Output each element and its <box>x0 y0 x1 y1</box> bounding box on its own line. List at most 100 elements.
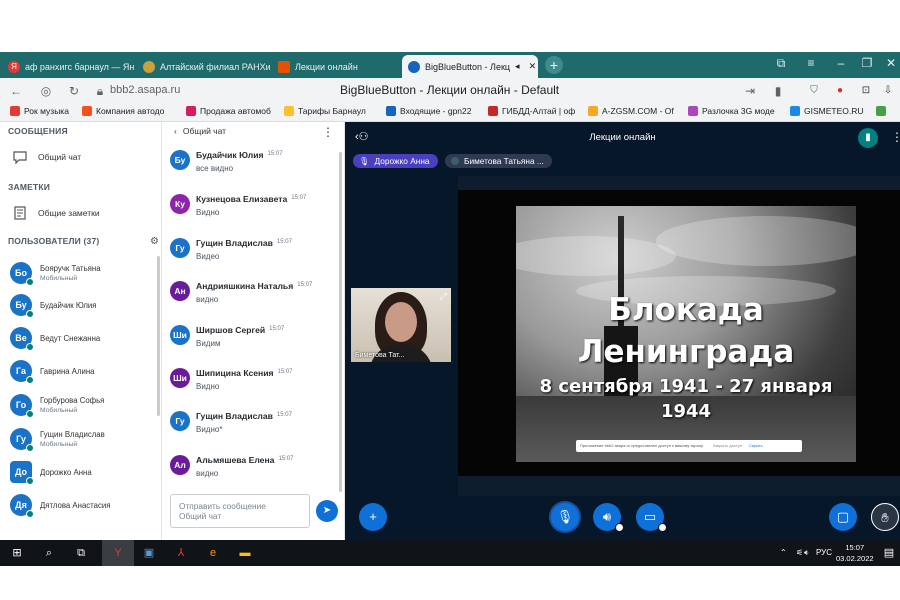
back-icon[interactable]: ← <box>8 83 24 99</box>
user-list-item[interactable]: Ве Ведут Снежанна <box>10 323 150 353</box>
user-list-item[interactable]: Гу Гущин Владислав Мобильный <box>10 424 150 454</box>
user-list-item[interactable]: Га Гаврина Алина <box>10 356 150 386</box>
slide-subtitle: 8 сентября 1941 - 27 января 1944 <box>539 376 833 422</box>
menu-icon[interactable]: ≡ <box>802 56 820 70</box>
scrollbar[interactable] <box>157 256 160 416</box>
fullscreen-icon[interactable]: ⤢ <box>440 291 447 302</box>
main-header: ‹⚇ Лекции онлайн ▮ ⋮ <box>345 128 900 150</box>
user-list-item[interactable]: Дя Дятлова Анастасия <box>10 490 150 520</box>
network-icon[interactable]: ⚟ <box>796 548 803 557</box>
raise-hand-button[interactable]: ✋︎ <box>871 503 899 531</box>
stop-sharing-link[interactable]: Закрыть доступ <box>713 443 742 448</box>
bookmark-icon[interactable]: ▮ <box>770 83 786 99</box>
extension-icon[interactable]: ⊡ <box>858 83 874 99</box>
camera-icon: ▭ <box>643 509 657 524</box>
ranepa-icon <box>143 60 155 73</box>
user-list-item[interactable]: До Дорожко Анна <box>10 457 150 487</box>
window-close-icon[interactable]: ✕ <box>882 56 900 70</box>
talking-indicator[interactable]: 🎙︎ Дорожко Анна <box>353 154 438 168</box>
app-icon[interactable]: ▣ <box>140 544 158 562</box>
chevron-down-icon[interactable] <box>615 523 624 532</box>
windows-start-icon[interactable]: ⊞ <box>8 544 26 562</box>
hide-notice-link[interactable]: Скрыть <box>749 443 763 448</box>
bookmark-item[interactable]: Продажа автомоб <box>186 106 278 116</box>
folder-icon[interactable]: ▬ <box>236 544 254 562</box>
share-icon[interactable]: ⇥ <box>742 83 758 99</box>
avatar: Ал <box>170 455 190 475</box>
tab-bigbluebutton[interactable]: BigBlueButton - Лекц ◂ ✕ <box>402 55 538 78</box>
screenshare-button[interactable]: ▢ <box>829 503 857 531</box>
chat-header[interactable]: ‹ Общий чат <box>174 126 226 136</box>
notifications-icon[interactable]: ▤ <box>880 544 898 562</box>
browser-icon[interactable]: e <box>204 544 222 562</box>
url-field[interactable]: bbb2.asapa.ru <box>110 84 180 96</box>
bookmark-manager-icon[interactable]: ⧉ <box>772 56 790 71</box>
chat-message-input[interactable]: Отправить сообщение Общий чат <box>170 494 310 528</box>
minimize-icon[interactable]: – <box>832 56 850 70</box>
gear-icon[interactable]: ⚙ <box>150 236 159 247</box>
options-menu-icon[interactable]: ⋮ <box>891 130 900 144</box>
chevron-up-icon[interactable]: ⌃ <box>780 548 787 557</box>
mic-icon <box>26 310 34 318</box>
chevron-left-icon[interactable]: ‹ <box>174 126 177 136</box>
bookmark-item[interactable]: GISMETEO.RU <box>790 106 872 116</box>
monitor-icon: ▢ <box>836 509 850 524</box>
kebab-menu-icon[interactable]: ⋮ <box>322 125 334 139</box>
mic-icon: 🎙︎ <box>556 509 574 524</box>
chevron-down-icon[interactable] <box>658 523 667 532</box>
reload-icon[interactable]: ↻ <box>66 83 82 99</box>
acrobat-icon[interactable]: ⅄ <box>172 544 190 562</box>
language-indicator[interactable]: РУС <box>816 548 832 557</box>
avatar: Гу <box>170 238 190 258</box>
mic-icon <box>26 444 34 452</box>
user-list-item[interactable]: Бу Будайчик Юлия <box>10 290 150 320</box>
search-icon[interactable]: ⌕ <box>40 544 58 562</box>
shield-icon[interactable]: ⛉ <box>806 83 822 99</box>
bookmark-item[interactable]: A-ZGSM.COM - Of <box>588 106 678 116</box>
bookmark-item[interactable]: Разлочка 3G моде <box>688 106 782 116</box>
user-list-item[interactable]: Го Горбурова Софья Мобильный <box>10 390 150 420</box>
actions-plus-button[interactable]: + <box>359 503 387 531</box>
volume-icon[interactable]: 🔉︎ <box>804 548 809 558</box>
restore-icon[interactable]: ❐ <box>858 56 876 70</box>
new-tab-button[interactable]: + <box>545 56 563 74</box>
user-list-item[interactable]: Бо Бояручк Татьяна Мобильный <box>10 258 150 288</box>
bookmark-item[interactable]: ГИБДД-Алтай | оф <box>488 106 580 116</box>
mic-icon <box>26 410 34 418</box>
close-icon[interactable]: ✕ <box>529 61 537 72</box>
notes-icon <box>14 206 26 220</box>
bookmark-item[interactable]: Компания автодо <box>82 106 178 116</box>
mic-icon <box>26 278 34 286</box>
bookmark-item[interactable]: Тарифы Барнаул <box>284 106 376 116</box>
mute-button[interactable]: 🎙︎ <box>551 503 579 531</box>
audio-button[interactable]: 🔊︎ <box>593 503 624 532</box>
public-chat-link[interactable]: Общий чат <box>12 150 81 164</box>
talking-indicator[interactable]: Биметова Татьяна ... <box>445 154 552 168</box>
profile-icon[interactable]: ◎ <box>38 83 54 99</box>
site-icon <box>588 106 598 116</box>
connection-status-button[interactable]: ▮ <box>858 128 878 148</box>
avatar: Бу <box>170 150 190 170</box>
tab-lectures[interactable]: Лекции онлайн <box>272 55 400 78</box>
taskbar: ⊞ ⌕ ⧉ Y ▣ ⅄ e ▬ ⌃ ⚟ 🔉︎ РУС 15:07 03.02.2… <box>0 540 900 566</box>
bookmark-item[interactable]: Рок музыка <box>10 106 90 116</box>
webcam-video[interactable]: ⤢ Биметова Тат... <box>351 288 451 362</box>
tab-yandex[interactable]: Я аф ранхигс барнаул — Ян <box>2 55 135 78</box>
scrollbar[interactable] <box>339 152 342 492</box>
bookmark-item[interactable] <box>876 106 896 116</box>
task-view-icon[interactable]: ⧉ <box>72 544 90 562</box>
screen-share-notice: Приложение bbb2.asapa.ru предоставлен до… <box>576 440 802 452</box>
extension-icon[interactable]: ● <box>832 83 848 99</box>
send-button[interactable]: ➤ <box>316 500 338 522</box>
shared-notes-link[interactable]: Общие заметки <box>12 206 100 220</box>
mic-icon <box>26 376 34 384</box>
chat-message: Гу Гущин Владислав 15:07 Видно* <box>170 411 338 451</box>
download-icon[interactable]: ⇩ <box>880 83 896 99</box>
bookmark-item[interactable]: Входящие - gpn22 <box>386 106 480 116</box>
video-button[interactable]: ▭ <box>636 503 667 532</box>
tab-ranepa[interactable]: Алтайский филиал РАНХиГ <box>137 55 270 78</box>
yandex-browser-icon[interactable]: Y <box>109 544 127 562</box>
plus-icon: + <box>369 509 377 524</box>
clock[interactable]: 15:07 03.02.2022 <box>836 542 874 564</box>
site-icon <box>488 106 498 116</box>
